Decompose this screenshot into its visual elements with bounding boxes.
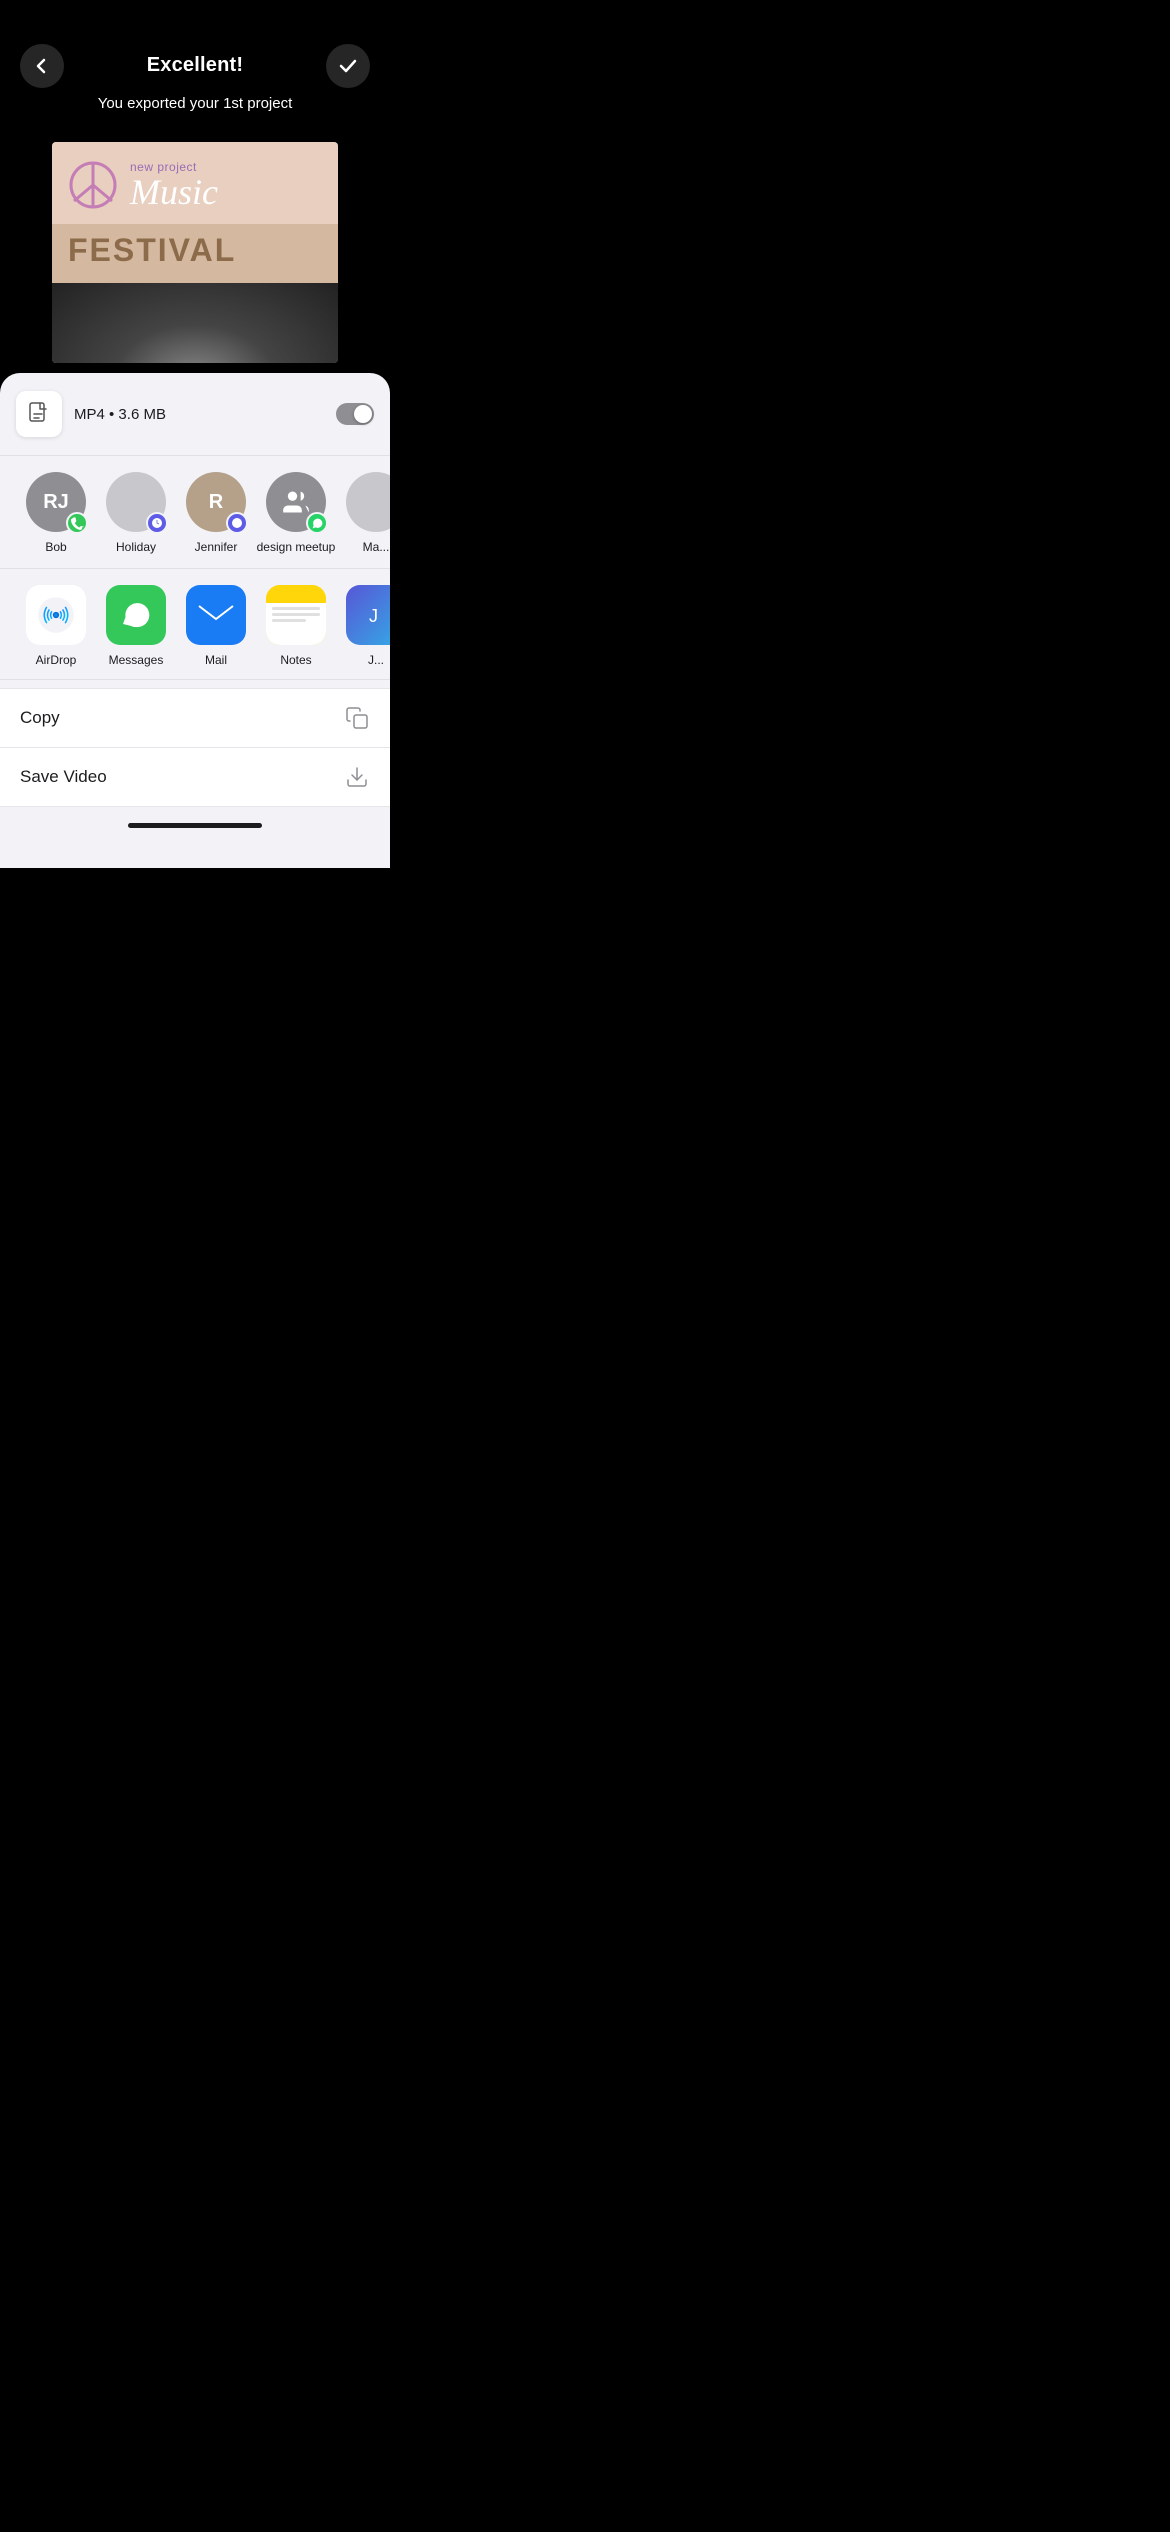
contact-name-jennifer: Jennifer: [195, 540, 238, 556]
home-indicator: [128, 823, 262, 828]
app-item-other[interactable]: J J...: [336, 585, 390, 667]
preview-area: new project Music FESTIVAL: [0, 132, 390, 363]
copy-icon: [344, 705, 370, 731]
file-info-left: MP4 • 3.6 MB: [16, 391, 166, 437]
contact-name-bob: Bob: [45, 540, 66, 556]
contacts-section: RJ Bob Holiday R: [0, 456, 390, 569]
notes-app-icon: [266, 585, 326, 645]
app-name-messages: Messages: [109, 653, 164, 667]
contact-badge-jennifer: [226, 512, 248, 534]
contact-avatar-design-meetup: [266, 472, 326, 532]
apps-scroll: AirDrop Messages Mail: [0, 585, 390, 667]
app-item-mail[interactable]: Mail: [176, 585, 256, 667]
contact-avatar-bob: RJ: [26, 472, 86, 532]
preview-card: new project Music FESTIVAL: [52, 142, 338, 363]
copy-action[interactable]: Copy: [0, 689, 390, 748]
contact-badge-holiday: [146, 512, 168, 534]
save-video-icon: [344, 764, 370, 790]
messages-app-icon: [106, 585, 166, 645]
contact-badge-design-meetup: [306, 512, 328, 534]
app-name-notes: Notes: [280, 653, 311, 667]
airdrop-icon: [26, 585, 86, 645]
save-video-label: Save Video: [20, 767, 107, 787]
action-rows: Copy Save Video: [0, 688, 390, 807]
contact-initials-bob: RJ: [43, 491, 69, 514]
done-button[interactable]: [326, 44, 370, 88]
back-button[interactable]: [20, 44, 64, 88]
preview-text-block: new project Music: [130, 160, 218, 210]
contact-avatar-ma: [346, 472, 390, 532]
top-nav: Excellent!: [0, 0, 390, 89]
app-name-airdrop: AirDrop: [36, 653, 77, 667]
contact-initials-jennifer: R: [209, 491, 223, 514]
svg-text:J: J: [369, 606, 378, 626]
app-name-other: J...: [368, 653, 384, 667]
app-name-mail: Mail: [205, 653, 227, 667]
contact-item-design-meetup[interactable]: design meetup: [256, 472, 336, 556]
contact-avatar-jennifer: R: [186, 472, 246, 532]
save-video-action[interactable]: Save Video: [0, 748, 390, 806]
export-subtitle: You exported your 1st project: [0, 89, 390, 132]
preview-festival: FESTIVAL: [52, 224, 338, 283]
preview-music-text: Music: [130, 174, 218, 210]
share-sheet: MP4 • 3.6 MB RJ Bob: [0, 373, 390, 868]
contact-item-jennifer[interactable]: R Jennifer: [176, 472, 256, 556]
preview-top: new project Music: [52, 142, 338, 224]
file-icon: [16, 391, 62, 437]
app-item-airdrop[interactable]: AirDrop: [16, 585, 96, 667]
contact-name-ma: Ma...: [363, 540, 390, 556]
contacts-scroll: RJ Bob Holiday R: [0, 472, 390, 556]
contact-item-ma[interactable]: Ma...: [336, 472, 390, 556]
contact-name-design-meetup: design meetup: [257, 540, 336, 556]
page-title: Excellent!: [147, 54, 243, 77]
contact-item-bob[interactable]: RJ Bob: [16, 472, 96, 556]
contact-avatar-holiday: [106, 472, 166, 532]
app-item-notes[interactable]: Notes: [256, 585, 336, 667]
contact-name-holiday: Holiday: [116, 540, 156, 556]
contact-badge-bob: [66, 512, 88, 534]
contact-item-holiday[interactable]: Holiday: [96, 472, 176, 556]
preview-festival-text: FESTIVAL: [68, 232, 322, 269]
peace-icon: [68, 160, 118, 210]
preview-bottom-image: [52, 283, 338, 363]
file-info-row: MP4 • 3.6 MB: [0, 373, 390, 456]
apps-section: AirDrop Messages Mail: [0, 569, 390, 680]
mail-app-icon: [186, 585, 246, 645]
copy-label: Copy: [20, 708, 60, 728]
file-meta: MP4 • 3.6 MB: [74, 406, 166, 423]
other-app-icon: J: [346, 585, 390, 645]
app-item-messages[interactable]: Messages: [96, 585, 176, 667]
toggle-button[interactable]: [336, 403, 374, 425]
